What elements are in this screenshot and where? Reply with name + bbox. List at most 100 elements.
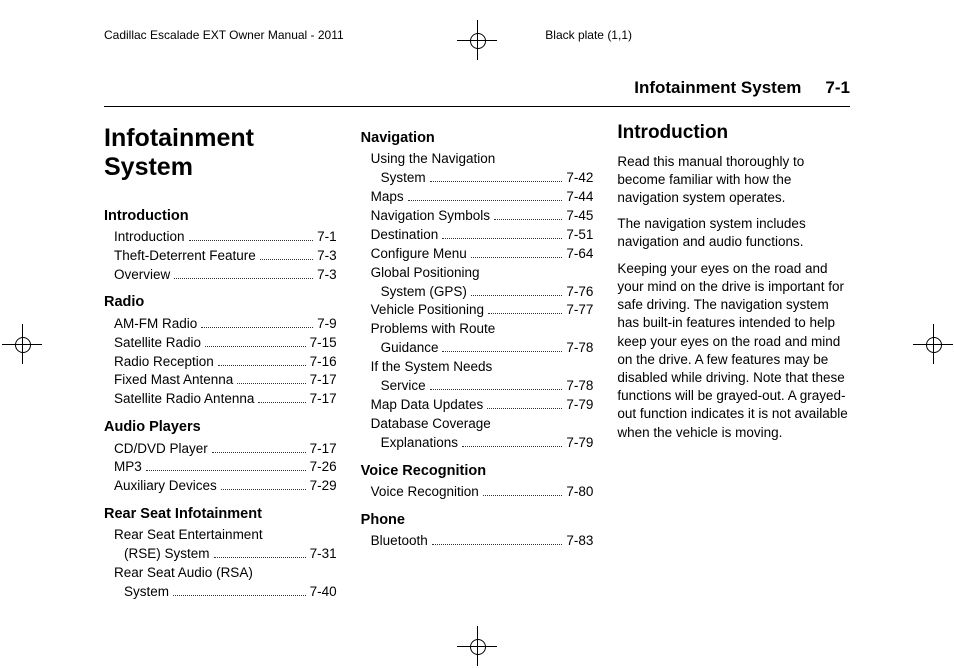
toc-entry: Rear Seat Audio (RSA) [114,564,337,583]
toc-entry: Voice Recognition 7-80 [371,483,594,502]
toc-section-head: Voice Recognition [361,461,594,481]
toc-entry: Overview7-3 [114,266,337,285]
page-header: Infotainment System 7-1 [104,78,850,107]
toc-dots [218,365,306,366]
toc-entry: Satellite Radio7-15 [114,334,337,353]
toc-entry-page: 7-3 [317,247,337,266]
toc-entry-label: If the System Needs [371,358,493,377]
register-mark-right [919,330,947,358]
toc-entry: Configure Menu7-64 [371,245,594,264]
document-title: Cadillac Escalade EXT Owner Manual - 201… [104,28,344,42]
toc-entry-label: Voice Recognition [371,483,479,502]
toc-entry: If the System Needs [371,358,594,377]
toc-entry-page: 7-26 [310,458,337,477]
toc-entry-page: 7-78 [566,339,593,358]
toc-entry-label: Vehicle Positioning [371,301,484,320]
intro-heading: Introduction [617,120,850,147]
toc-dots [237,383,305,384]
column-2: NavigationUsing the NavigationSystem7-42… [361,120,594,602]
toc-dots [462,446,562,447]
toc-entry-label: Satellite Radio Antenna [114,390,254,409]
toc-entry-page: 7-17 [310,371,337,390]
toc-entry-label: Map Data Updates [371,396,484,415]
toc-entry: System7-40 [124,583,337,602]
toc-entry-page: 7-29 [310,477,337,496]
toc-entry-label: Maps [371,188,404,207]
top-meta-bar: Cadillac Escalade EXT Owner Manual - 201… [104,28,850,42]
toc-entry-page: 7-77 [566,301,593,320]
toc-dots [408,200,563,201]
toc-dots [146,470,306,471]
column-1: Infotainment System IntroductionIntroduc… [104,120,337,602]
toc-dots [471,257,563,258]
toc-entry-label: Introduction [114,228,185,247]
toc-entry: Fixed Mast Antenna7-17 [114,371,337,390]
toc-entry-label: Global Positioning [371,264,480,283]
toc-entry: Map Data Updates 7-79 [371,396,594,415]
toc-dots [201,327,313,328]
toc-entry: Radio Reception 7-16 [114,353,337,372]
toc-entry-label: Radio Reception [114,353,214,372]
toc-entry: Bluetooth 7-83 [371,532,594,551]
toc-entry: MP37-26 [114,458,337,477]
toc-entry-page: 7-31 [310,545,337,564]
toc-entry-label: Rear Seat Audio (RSA) [114,564,253,583]
page-number: 7-1 [825,78,850,98]
toc-entry: Theft-Deterrent Feature7-3 [114,247,337,266]
toc-entry: Explanations7-79 [381,434,594,453]
toc-entry-label: CD/DVD Player [114,440,208,459]
toc-entry-page: 7-79 [566,396,593,415]
toc-entry-label: Service [381,377,426,396]
toc-entry-page: 7-80 [566,483,593,502]
toc-entry-label: Navigation Symbols [371,207,490,226]
toc-section-head: Introduction [104,206,337,226]
toc-dots [430,389,563,390]
toc-dots [442,238,562,239]
toc-dots [488,313,562,314]
toc-dots [258,402,305,403]
toc-entry-label: Using the Navigation [371,150,496,169]
toc-dots [221,489,306,490]
toc-entry: Vehicle Positioning 7-77 [371,301,594,320]
toc-entry-page: 7-9 [317,315,337,334]
section-title: Infotainment System [634,78,801,98]
toc-entry: Maps7-44 [371,188,594,207]
toc-entry: Navigation Symbols7-45 [371,207,594,226]
toc-entry: Introduction7-1 [114,228,337,247]
toc-entry: Auxiliary Devices 7-29 [114,477,337,496]
plate-info: Black plate (1,1) [545,28,632,42]
toc-entry-label: System [124,583,169,602]
register-mark-bottom [463,632,491,660]
toc-entry-label: Guidance [381,339,439,358]
toc-entry-label: Destination [371,226,439,245]
toc-entry: CD/DVD Player 7-17 [114,440,337,459]
toc-entry-label: Problems with Route [371,320,496,339]
toc-entry: Problems with Route [371,320,594,339]
register-mark-left [8,330,36,358]
toc-entry-label: System [381,169,426,188]
toc-section-head: Navigation [361,128,594,148]
toc-section-head: Audio Players [104,417,337,437]
toc-dots [483,495,563,496]
toc-entry: Database Coverage [371,415,594,434]
toc-dots [430,181,563,182]
toc-entry-label: Overview [114,266,170,285]
toc-dots [260,259,313,260]
toc-entry-page: 7-78 [566,377,593,396]
toc-entry-label: Bluetooth [371,532,428,551]
toc-dots [174,278,313,279]
toc-dots [442,351,562,352]
toc-dots [471,295,562,296]
chapter-heading: Infotainment System [104,124,337,182]
intro-paragraph: The navigation system includes navigatio… [617,215,850,251]
toc-entry: Rear Seat Entertainment [114,526,337,545]
toc-entry-label: Auxiliary Devices [114,477,217,496]
content-columns: Infotainment System IntroductionIntroduc… [104,120,850,602]
toc-entry: Destination7-51 [371,226,594,245]
toc-entry-page: 7-83 [566,532,593,551]
toc-entry-page: 7-17 [310,440,337,459]
toc-entry: Guidance 7-78 [381,339,594,358]
toc-entry-page: 7-16 [310,353,337,372]
toc-entry-page: 7-76 [566,283,593,302]
toc-dots [487,408,562,409]
